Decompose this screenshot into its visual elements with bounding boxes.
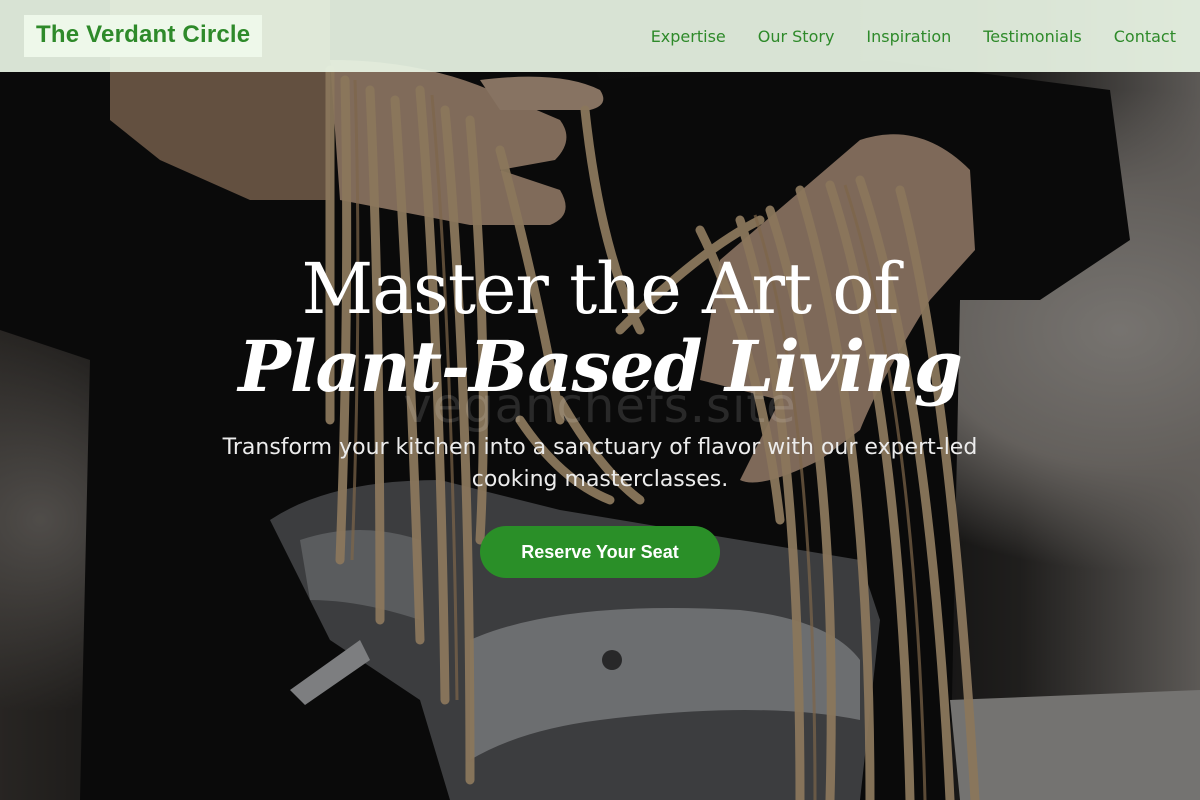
- main-navigation: Expertise Our Story Inspiration Testimon…: [651, 27, 1176, 46]
- nav-link-testimonials[interactable]: Testimonials: [983, 27, 1082, 46]
- reserve-seat-button[interactable]: Reserve Your Seat: [480, 526, 720, 578]
- hero-title: Master the Art of Plant-Based Living: [0, 250, 1200, 406]
- nav-link-expertise[interactable]: Expertise: [651, 27, 726, 46]
- brand-logo[interactable]: The Verdant Circle: [24, 15, 263, 57]
- hero-subtitle: Transform your kitchen into a sanctuary …: [222, 435, 978, 492]
- site-header: The Verdant Circle Expertise Our Story I…: [0, 0, 1200, 72]
- hero-content: Master the Art of Plant-Based Living Tra…: [0, 250, 1200, 578]
- nav-link-inspiration[interactable]: Inspiration: [866, 27, 951, 46]
- hero-title-line2: Plant-Based Living: [238, 325, 963, 408]
- nav-link-contact[interactable]: Contact: [1114, 27, 1176, 46]
- hero-title-line1: Master the Art of: [301, 248, 900, 330]
- nav-link-our-story[interactable]: Our Story: [758, 27, 835, 46]
